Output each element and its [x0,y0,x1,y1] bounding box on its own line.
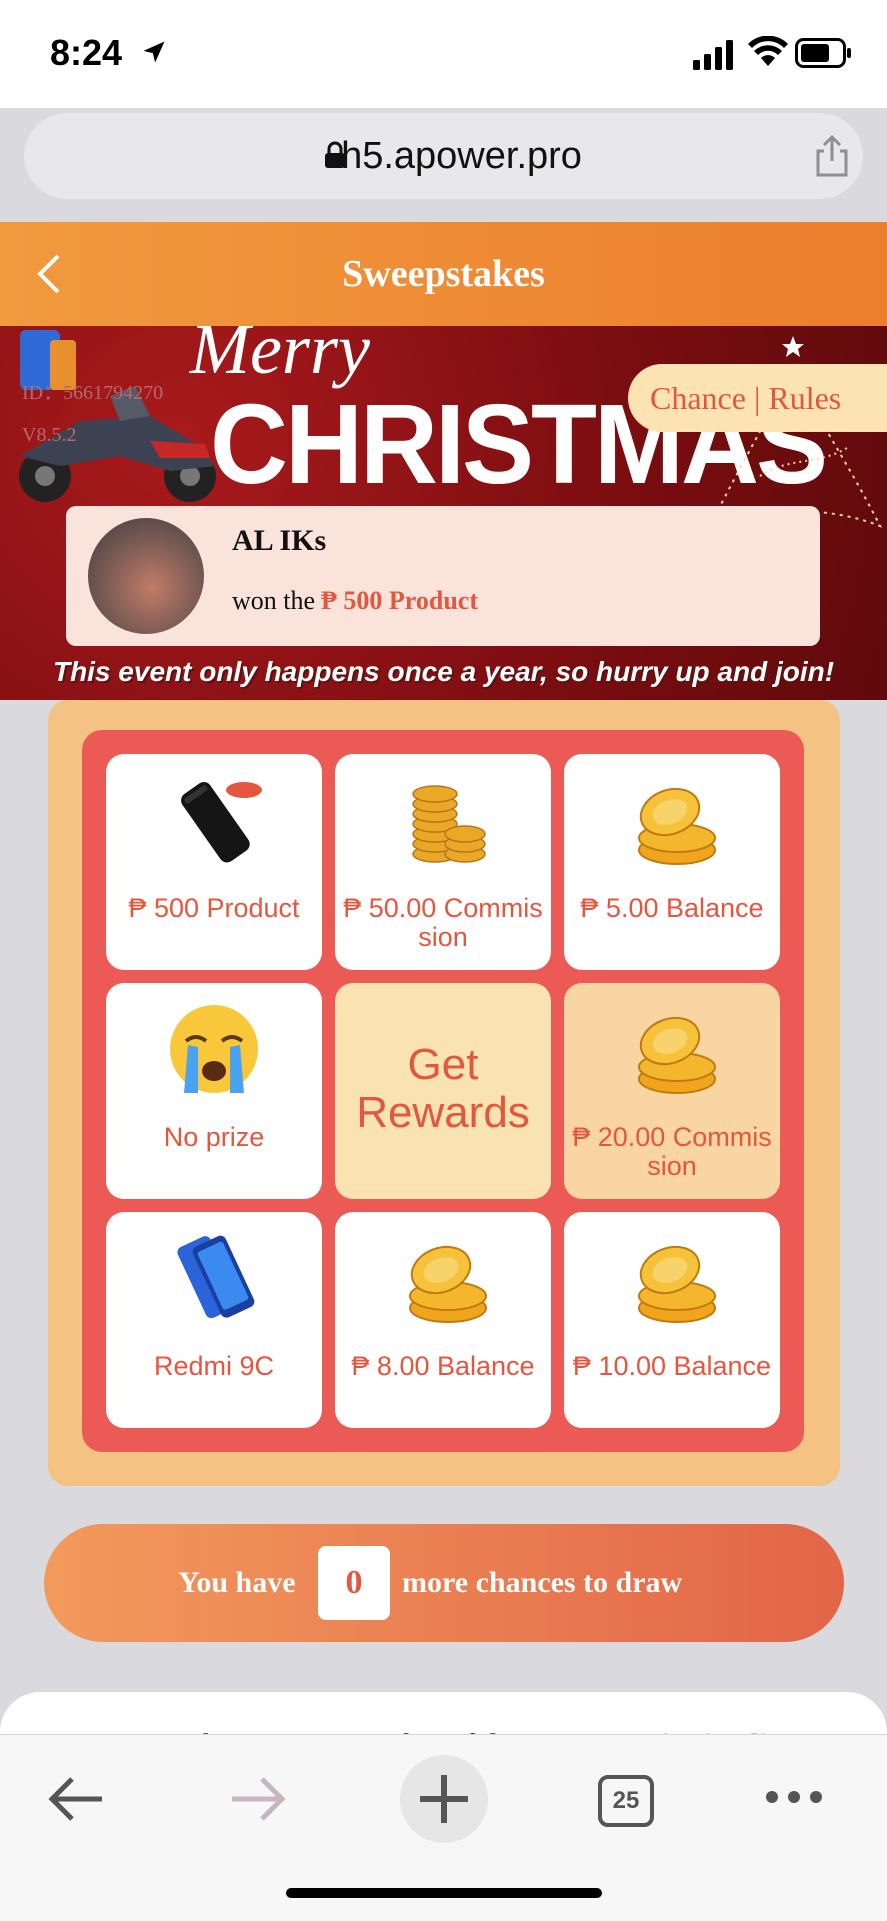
prize-cell-5-balance: ₱ 5.00 Balance [564,754,780,970]
prize-label: ₱ 10.00 Balance [572,1351,772,1381]
powerbank-icon [181,782,262,863]
tab-switcher-button[interactable]: 25 [598,1775,654,1827]
url-text: h5.apower.pro [341,135,582,177]
prize-cell-50-commission: ₱ 50.00 Commission [335,754,551,970]
christmas-banner: ID：5661794270 V8.5.2 Merry CHRISTMAS Cha… [0,326,887,700]
prize-label: ₱ 5.00 Balance [580,893,764,923]
avatar [88,518,204,634]
coins-icon [409,1245,487,1323]
prize-label: ₱ 20.00 Commission [572,1122,772,1181]
more-dots-icon[interactable] [762,1785,826,1809]
draw-suffix: more chances to draw [402,1566,683,1599]
crying-face-icon [170,1005,258,1093]
event-tagline: This event only happens once a year, so … [52,656,835,687]
status-bar: 8:24 [0,0,887,108]
address-bar[interactable]: h5.apower.pro [24,113,863,199]
app-header: Sweepstakes [0,222,887,326]
user-id-text: ID：5661794270 [22,382,164,404]
location-arrow-icon [143,41,165,63]
share-icon[interactable] [812,133,852,179]
coins-icon [638,787,716,865]
new-tab-button[interactable] [400,1755,488,1843]
get-rewards-label: Get Rewards [356,1040,530,1137]
back-arrow-icon[interactable] [44,1771,108,1827]
draw-count: 0 [318,1546,390,1620]
get-rewards-button[interactable]: Get Rewards [335,983,551,1199]
prize-cell-10-balance: ₱ 10.00 Balance [564,1212,780,1428]
chance-rules-button[interactable]: Chance | Rules [628,364,887,432]
battery-icon [795,38,851,68]
prize-cell-redmi-9c: Redmi 9C [106,1212,322,1428]
prize-cell-20-commission: ₱ 20.00 Commission [564,983,780,1199]
winner-won-line: won the ₱ 500 Product [232,586,478,616]
prize-cell-no-prize: No prize [106,983,322,1199]
prize-label: Redmi 9C [153,1351,275,1381]
prize-cell-500-product: ₱ 500 Product [106,754,322,970]
coin-stack-icon [412,785,486,863]
prize-label: ₱ 500 Product [128,893,300,923]
winner-prize: ₱ 500 Product [321,586,478,615]
winner-name: AL IKs [232,524,327,557]
coins-icon [638,1016,716,1094]
coins-icon [638,1245,716,1323]
phone-icon [177,1235,255,1319]
winner-won-text: won the [232,586,316,615]
wifi-icon [748,36,788,66]
cellular-signal-icon [693,40,733,70]
prize-label: ₱ 8.00 Balance [351,1351,535,1381]
version-text: V8.5.2 [22,424,77,446]
prize-cell-8-balance: ₱ 8.00 Balance [335,1212,551,1428]
status-time: 8:24 [50,32,123,73]
draw-prefix: You have [178,1566,296,1599]
page-title: Sweepstakes [342,253,545,295]
forward-arrow-icon[interactable] [226,1771,290,1827]
winner-card: AL IKs won the ₱ 500 Product [66,506,820,646]
prize-label: ₱ 50.00 Commission [343,893,543,952]
prize-label: No prize [163,1122,265,1152]
home-indicator [286,1888,602,1898]
draw-chances-button[interactable]: You have 0 more chances to draw [44,1524,844,1642]
plus-icon [420,1775,468,1823]
